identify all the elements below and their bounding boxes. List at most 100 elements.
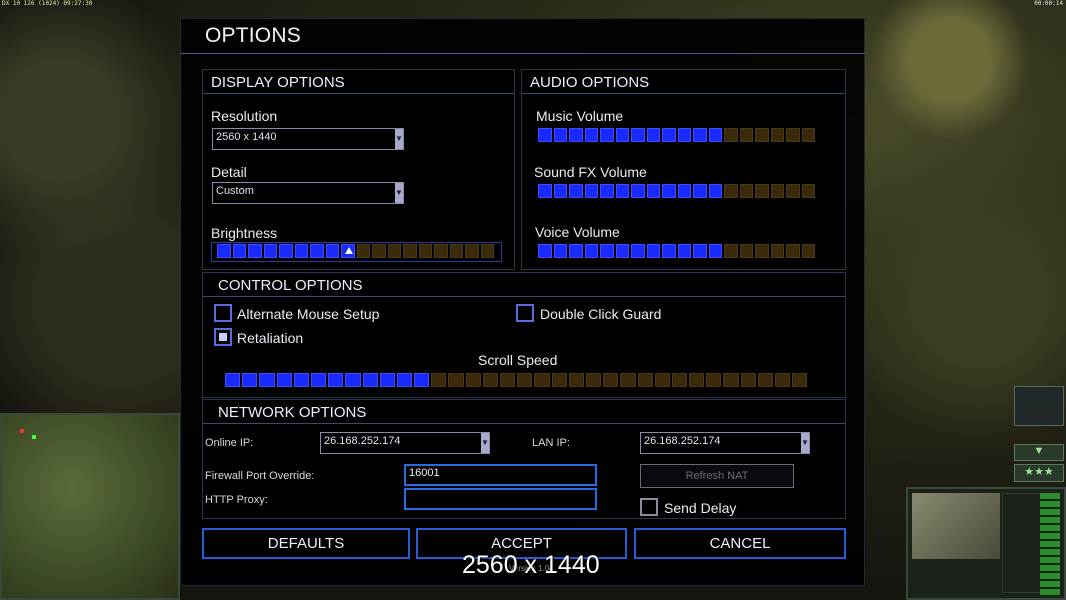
command-grid — [1002, 493, 1042, 593]
http-proxy-input[interactable] — [404, 488, 597, 510]
retaliation-checkbox[interactable] — [214, 328, 232, 346]
slider-segment — [480, 244, 494, 258]
slider-segment — [551, 373, 567, 387]
debug-readout: DX 10 126 (1024) 09:27:30 — [2, 0, 93, 7]
slider-segment — [538, 128, 552, 142]
slider-segment — [568, 373, 584, 387]
sound-fx-volume-slider[interactable] — [538, 184, 815, 198]
firewall-port-label: Firewall Port Override: — [205, 470, 315, 482]
slider-segment — [310, 373, 327, 387]
slider-segment — [801, 184, 815, 198]
slider-segment — [538, 244, 552, 258]
slider-segment — [662, 244, 676, 258]
control-options-heading: CONTROL OPTIONS — [218, 277, 363, 294]
slider-segment — [449, 244, 463, 258]
slider-segment — [293, 373, 309, 387]
http-proxy-label: HTTP Proxy: — [205, 494, 268, 506]
slider-segment — [723, 373, 739, 387]
slider-segment — [786, 244, 800, 258]
minimap[interactable] — [0, 413, 180, 600]
retaliation-label: Retaliation — [237, 330, 304, 346]
slider-segment — [654, 373, 670, 387]
online-ip-label: Online IP: — [205, 437, 254, 449]
online-ip-dropdown[interactable]: 26.168.252.174 ▼ — [320, 432, 490, 454]
slider-segment — [755, 184, 769, 198]
slider-segment — [770, 244, 784, 258]
slider-segment — [724, 128, 738, 142]
slider-segment — [553, 128, 567, 142]
slider-segment — [801, 244, 815, 258]
general-stars-button[interactable]: ★★★ — [1014, 464, 1064, 482]
voice-volume-label: Voice Volume — [535, 224, 620, 240]
slider-segment — [724, 244, 738, 258]
slider-segment — [646, 128, 660, 142]
slider-segment — [345, 373, 361, 387]
slider-segment — [569, 128, 583, 142]
slider-segment — [431, 373, 447, 387]
voice-volume-slider[interactable] — [538, 244, 815, 258]
slider-segment — [615, 244, 629, 258]
slider-segment — [677, 184, 691, 198]
slider-segment — [600, 128, 614, 142]
slider-segment — [372, 244, 386, 258]
refresh-nat-button[interactable]: Refresh NAT — [640, 464, 794, 488]
slider-segment — [538, 184, 552, 198]
slider-segment — [600, 184, 614, 198]
detail-dropdown[interactable]: Custom ▼ — [212, 182, 404, 204]
network-options-heading: NETWORK OPTIONS — [218, 404, 367, 421]
slider-segment — [584, 128, 598, 142]
defaults-button[interactable]: DEFAULTS — [202, 528, 410, 559]
firewall-port-input[interactable]: 16001 — [404, 464, 597, 486]
resolution-popup-text: 2560 x 1440 — [462, 551, 600, 579]
alternate-mouse-checkbox[interactable] — [214, 304, 232, 322]
slider-segment — [465, 244, 479, 258]
slider-segment — [662, 128, 676, 142]
chevron-down-icon[interactable]: ▼ — [395, 129, 403, 149]
power-meter — [1040, 493, 1060, 597]
cancel-button[interactable]: CANCEL — [634, 528, 846, 559]
panel-header: DISPLAY OPTIONS — [203, 70, 514, 94]
firewall-port-value: 16001 — [409, 467, 440, 479]
slider-segment — [689, 373, 705, 387]
scroll-speed-slider[interactable] — [225, 373, 808, 387]
panel-header: NETWORK OPTIONS — [203, 400, 845, 424]
chevron-down-icon[interactable]: ▼ — [395, 183, 403, 203]
slider-segment — [671, 373, 688, 387]
send-delay-checkbox[interactable] — [640, 498, 658, 516]
slider-segment — [757, 373, 773, 387]
slider-segment — [279, 244, 293, 258]
chevron-down-icon[interactable]: ▼ — [481, 433, 489, 453]
brightness-slider[interactable] — [217, 244, 494, 258]
arrow-down-button[interactable]: ▼ — [1014, 444, 1064, 461]
slider-segment — [706, 373, 722, 387]
brightness-slider-thumb[interactable] — [344, 247, 353, 254]
music-volume-slider[interactable] — [538, 128, 815, 142]
slider-segment — [448, 373, 464, 387]
game-timer: 00:00:14 — [1034, 0, 1063, 7]
detail-label: Detail — [211, 164, 247, 180]
slider-segment — [631, 128, 645, 142]
slider-segment — [387, 244, 401, 258]
slider-segment — [786, 128, 800, 142]
slider-segment — [739, 128, 753, 142]
selected-unit-portrait[interactable] — [912, 493, 1000, 559]
slider-segment — [294, 244, 308, 258]
slider-segment — [724, 184, 738, 198]
slider-segment — [465, 373, 481, 387]
scroll-speed-label: Scroll Speed — [478, 352, 558, 368]
resolution-label: Resolution — [211, 108, 278, 124]
slider-segment — [517, 373, 533, 387]
slider-segment — [792, 373, 808, 387]
display-options-heading: DISPLAY OPTIONS — [211, 74, 345, 91]
slider-segment — [379, 373, 395, 387]
slider-segment — [600, 244, 614, 258]
satellite-camera-button[interactable] — [1014, 386, 1064, 426]
chevron-down-icon[interactable]: ▼ — [801, 433, 809, 453]
double-click-guard-checkbox[interactable] — [516, 304, 534, 322]
slider-segment — [248, 244, 262, 258]
slider-segment — [217, 244, 231, 258]
resolution-dropdown[interactable]: 2560 x 1440 ▼ — [212, 128, 404, 150]
slider-segment — [569, 244, 583, 258]
lan-ip-dropdown[interactable]: 26.168.252.174 ▼ — [640, 432, 810, 454]
slider-segment — [534, 373, 550, 387]
